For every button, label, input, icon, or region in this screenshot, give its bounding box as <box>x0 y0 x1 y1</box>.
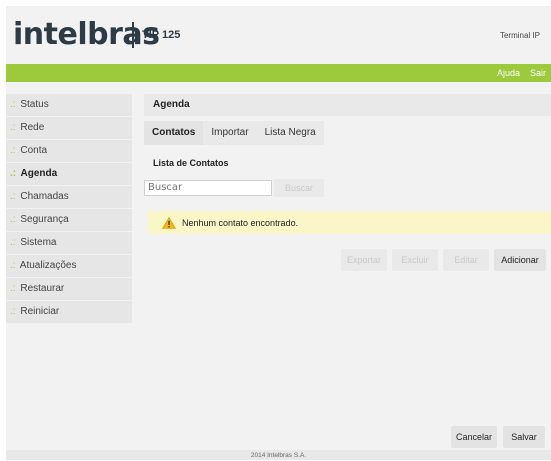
save-button[interactable]: Salvar <box>503 426 545 448</box>
intelbras-logo: intelbras <box>13 17 160 52</box>
model-name: TIP 125 <box>142 29 181 41</box>
terminal-label: Terminal IP <box>499 31 540 40</box>
sidebar-item-prefix: .: <box>10 214 16 225</box>
edit-button[interactable]: Editar <box>443 249 489 271</box>
cancel-button[interactable]: Cancelar <box>451 426 497 448</box>
search-input[interactable] <box>144 180 272 196</box>
sidebar-item-label: Chamadas <box>20 191 69 202</box>
sidebar-item-status[interactable]: .: Status <box>6 94 132 116</box>
tab-contatos[interactable]: Contatos <box>144 121 204 145</box>
search-button[interactable]: Buscar <box>274 179 324 197</box>
help-link[interactable]: Ajuda <box>492 64 525 82</box>
section-title: Lista de Contatos <box>153 158 229 168</box>
main-panel: Agenda Contatos Importar Lista Negra Lis… <box>144 94 551 448</box>
app-shell: intelbras TIP 125 Terminal IP Ajuda Sair… <box>6 6 551 460</box>
action-bar: Exportar Excluir Editar Adicionar <box>341 249 546 271</box>
export-button[interactable]: Exportar <box>341 249 387 271</box>
sidebar-item-label: Segurança <box>20 214 69 225</box>
tab-bar: Contatos Importar Lista Negra <box>144 121 551 145</box>
sidebar-item-conta[interactable]: .: Conta <box>6 140 132 162</box>
top-nav: Ajuda Sair <box>492 64 551 82</box>
sidebar-item-label: Reiniciar <box>20 306 60 317</box>
footer: 2014 Intelbras S.A. <box>6 450 551 460</box>
form-actions: Cancelar Salvar <box>451 426 545 448</box>
page-title: Agenda <box>144 94 551 116</box>
top-nav-bar: Ajuda Sair <box>6 64 551 82</box>
empty-alert: Nenhum contato encontrado. <box>148 211 551 234</box>
sidebar-item-restaurar[interactable]: .: Restaurar <box>6 278 132 300</box>
sidebar-item-label: Agenda <box>20 168 58 179</box>
sidebar-item-chamadas[interactable]: .: Chamadas <box>6 186 132 208</box>
logo-divider <box>132 22 134 48</box>
sidebar-item-agenda[interactable]: .: Agenda <box>6 163 132 185</box>
sidebar-item-label: Conta <box>20 145 48 156</box>
exit-link[interactable]: Sair <box>525 64 551 82</box>
sidebar-item-prefix: .: <box>10 168 17 179</box>
sidebar-item-label: Rede <box>20 122 45 133</box>
sidebar-item-prefix: .: <box>10 145 16 156</box>
sidebar-item-prefix: .: <box>10 122 16 133</box>
sidebar-item-prefix: .: <box>10 306 16 317</box>
tab-lista-negra[interactable]: Lista Negra <box>256 121 324 145</box>
sidebar-item-label: Sistema <box>20 237 57 248</box>
header: intelbras TIP 125 Terminal IP <box>6 6 551 64</box>
sidebar-item-rede[interactable]: .: Rede <box>6 117 132 139</box>
sidebar-item-prefix: .: <box>10 237 16 248</box>
sidebar-item-label: Restaurar <box>20 283 65 294</box>
sidebar-item-atualizacoes[interactable]: .: Atualizações <box>6 255 132 277</box>
sidebar-item-prefix: .: <box>10 191 16 202</box>
sidebar-item-prefix: .: <box>10 283 16 294</box>
sidebar: .: Status .: Rede .: Conta .: Agenda .: … <box>6 94 132 324</box>
sidebar-item-prefix: .: <box>10 260 16 271</box>
sidebar-item-seguranca[interactable]: .: Segurança <box>6 209 132 231</box>
warning-icon <box>162 216 176 229</box>
add-contact-button[interactable]: Adicionar <box>494 249 546 271</box>
sidebar-item-label: Atualizações <box>19 260 77 271</box>
sidebar-item-sistema[interactable]: .: Sistema <box>6 232 132 254</box>
sidebar-item-label: Status <box>20 99 49 110</box>
delete-button[interactable]: Excluir <box>392 249 438 271</box>
search-row: Buscar <box>144 179 324 197</box>
sidebar-item-prefix: .: <box>10 99 16 110</box>
tab-importar[interactable]: Importar <box>203 121 257 145</box>
alert-text: Nenhum contato encontrado. <box>182 217 299 228</box>
sidebar-item-reiniciar[interactable]: .: Reiniciar <box>6 301 132 323</box>
